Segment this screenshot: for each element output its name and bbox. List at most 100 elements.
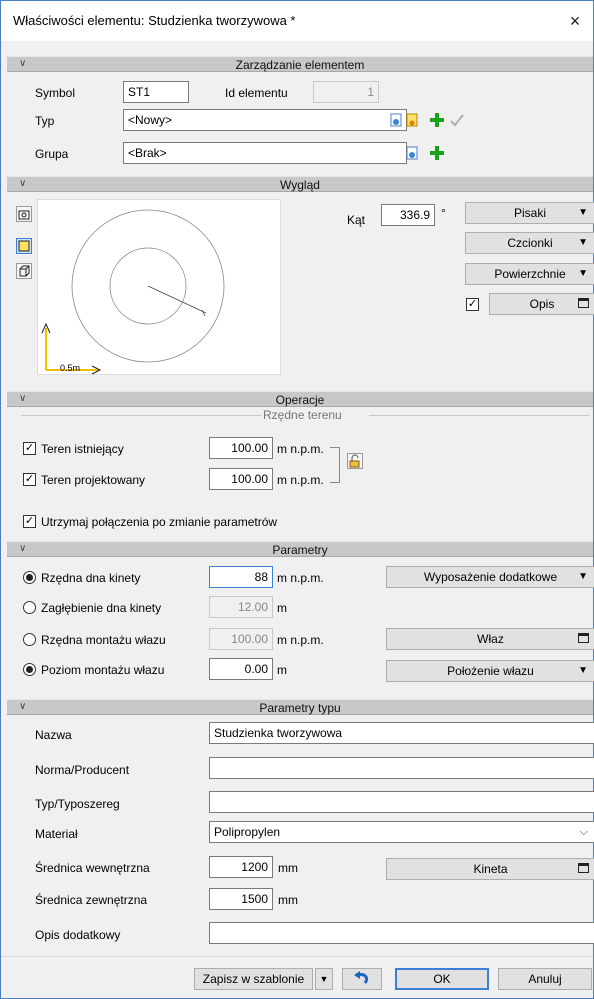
link-bracket [330, 447, 340, 483]
ok-button[interactable]: OK [395, 968, 489, 990]
symbol-input[interactable]: ST1 [123, 81, 189, 103]
rzedna-wlazu-input: 100.00 [209, 628, 273, 650]
section-header-zarzadzanie[interactable]: ∨ Zarządzanie elementem [7, 56, 593, 72]
section-header-parametry[interactable]: ∨ Parametry [7, 541, 593, 557]
dropdown-arrow-icon: ▼ [319, 974, 329, 984]
view-3d-icon[interactable] [16, 263, 32, 279]
import-icon[interactable] [404, 145, 420, 161]
dropdown-arrow-icon: ▼ [578, 207, 588, 218]
wyposazenie-button[interactable]: Wyposażenie dodatkowe ▼ [386, 566, 594, 588]
norma-input[interactable] [209, 757, 594, 779]
add-icon[interactable] [429, 145, 445, 161]
kineta-button[interactable]: Kineta [386, 858, 594, 880]
zaglebienie-radio[interactable] [23, 601, 36, 614]
utrzymaj-checkbox[interactable]: ✓ [23, 515, 36, 528]
wlaz-button[interactable]: Właz [386, 628, 594, 650]
unit-label: m n.p.m. [277, 571, 324, 585]
rzedna-wlazu-radio[interactable] [23, 633, 36, 646]
opis-checkbox[interactable]: ✓ [466, 298, 479, 311]
properties-dialog: Właściwości elementu: Studzienka tworzyw… [0, 0, 594, 999]
polozenie-wlazu-button[interactable]: Położenie włazu ▼ [386, 660, 594, 682]
opis-dodatkowy-label: Opis dodatkowy [35, 928, 121, 942]
symbol-label: Symbol [35, 86, 76, 100]
rzedna-wlazu-label: Rzędna montażu włazu [41, 633, 166, 647]
window-icon [578, 633, 589, 643]
id-element-input: 1 [313, 81, 379, 103]
dropdown-arrow-icon: ▼ [578, 237, 588, 248]
unit-label: mm [278, 893, 298, 907]
srednica-wew-input[interactable]: 1200 [209, 856, 273, 878]
group-divider [369, 415, 589, 416]
powierzchnie-button[interactable]: Powierzchnie ▼ [465, 263, 594, 285]
unit-label: mm [278, 861, 298, 875]
kat-input[interactable]: 336.9 [381, 204, 435, 226]
srednica-zew-label: Średnica zewnętrzna [35, 893, 148, 907]
library-icon[interactable] [404, 112, 420, 128]
lock-icon[interactable] [347, 453, 363, 469]
rzedna-dna-radio[interactable] [23, 571, 36, 584]
dropdown-arrow-icon: ▼ [578, 268, 588, 279]
opis-button[interactable]: Opis [489, 293, 594, 315]
unit-label: m [277, 663, 287, 677]
typ-select[interactable]: <Nowy> [123, 109, 407, 131]
srednica-zew-input[interactable]: 1500 [209, 888, 273, 910]
import-icon[interactable] [388, 112, 404, 128]
add-icon[interactable] [429, 112, 445, 128]
srednica-wew-label: Średnica wewnętrzna [35, 861, 150, 875]
anuluj-button[interactable]: Anuluj [498, 968, 592, 990]
zapisz-dropdown-button[interactable]: ▼ [315, 968, 333, 990]
window-icon [578, 298, 589, 308]
teren-istniejacy-checkbox[interactable]: ✓ [23, 442, 36, 455]
poziom-wlazu-radio[interactable] [23, 663, 36, 676]
nazwa-label: Nazwa [35, 728, 72, 742]
section-header-parametry-typu[interactable]: ∨ Parametry typu [7, 699, 593, 715]
teren-projektowany-checkbox[interactable]: ✓ [23, 473, 36, 486]
czcionki-button[interactable]: Czcionki ▼ [465, 232, 594, 254]
close-icon[interactable]: × [561, 7, 589, 35]
unit-label: m n.p.m. [277, 633, 324, 647]
pisaki-button[interactable]: Pisaki ▼ [465, 202, 594, 224]
typ-label: Typ [35, 114, 55, 128]
grupa-select[interactable]: <Brak> [123, 142, 407, 164]
check-icon [449, 112, 465, 128]
unit-label: m [277, 601, 287, 615]
dropdown-arrow-icon: ▼ [578, 571, 588, 582]
degree-unit: ° [441, 206, 446, 220]
norma-label: Norma/Producent [35, 763, 130, 777]
view-camera-icon[interactable] [16, 206, 32, 222]
rzedne-terenu-title: Rzędne terenu [263, 408, 342, 422]
section-header-operacje[interactable]: ∨ Operacje [7, 391, 593, 407]
teren-projektowany-input[interactable]: 100.00 [209, 468, 273, 490]
zaglebienie-input: 12.00 [209, 596, 273, 618]
material-select[interactable]: Polipropylen ⌵ [209, 821, 594, 843]
poziom-wlazu-label: Poziom montażu włazu [41, 663, 165, 677]
teren-projektowany-label: Teren projektowany [41, 473, 146, 487]
zaglebienie-label: Zagłębienie dna kinety [41, 601, 162, 615]
section-header-wyglad[interactable]: ∨ Wygląd [7, 176, 593, 192]
unit-label: m n.p.m. [277, 473, 324, 487]
zapisz-w-szablonie-button[interactable]: Zapisz w szablonie [194, 968, 313, 990]
opis-dodatkowy-input[interactable] [209, 922, 594, 944]
undo-icon [354, 971, 369, 984]
material-label: Materiał [35, 827, 78, 841]
footer-divider [1, 956, 593, 957]
chevron-down-icon: ⌵ [579, 826, 588, 838]
utrzymaj-label: Utrzymaj połączenia po zmianie parametró… [41, 515, 278, 529]
teren-istniejacy-label: Teren istniejący [41, 442, 124, 456]
undo-button[interactable] [342, 968, 382, 990]
kat-label: Kąt [347, 213, 366, 227]
manhole-preview [41, 209, 225, 375]
view-plan-icon[interactable] [16, 238, 32, 254]
rzedna-dna-input[interactable]: 88 [209, 566, 273, 588]
dropdown-arrow-icon: ▼ [578, 665, 588, 676]
group-divider [21, 415, 261, 416]
typoszereg-label: Typ/Typoszereg [35, 797, 120, 811]
teren-istniejacy-input[interactable]: 100.00 [209, 437, 273, 459]
window-icon [578, 863, 589, 873]
nazwa-input[interactable]: Studzienka tworzywowa [209, 722, 594, 744]
typoszereg-input[interactable] [209, 791, 594, 813]
scale-label: 0.5m [60, 363, 81, 373]
window-title: Właściwości elementu: Studzienka tworzyw… [13, 13, 296, 28]
id-element-label: Id elementu [225, 86, 288, 100]
poziom-wlazu-input[interactable]: 0.00 [209, 658, 273, 680]
